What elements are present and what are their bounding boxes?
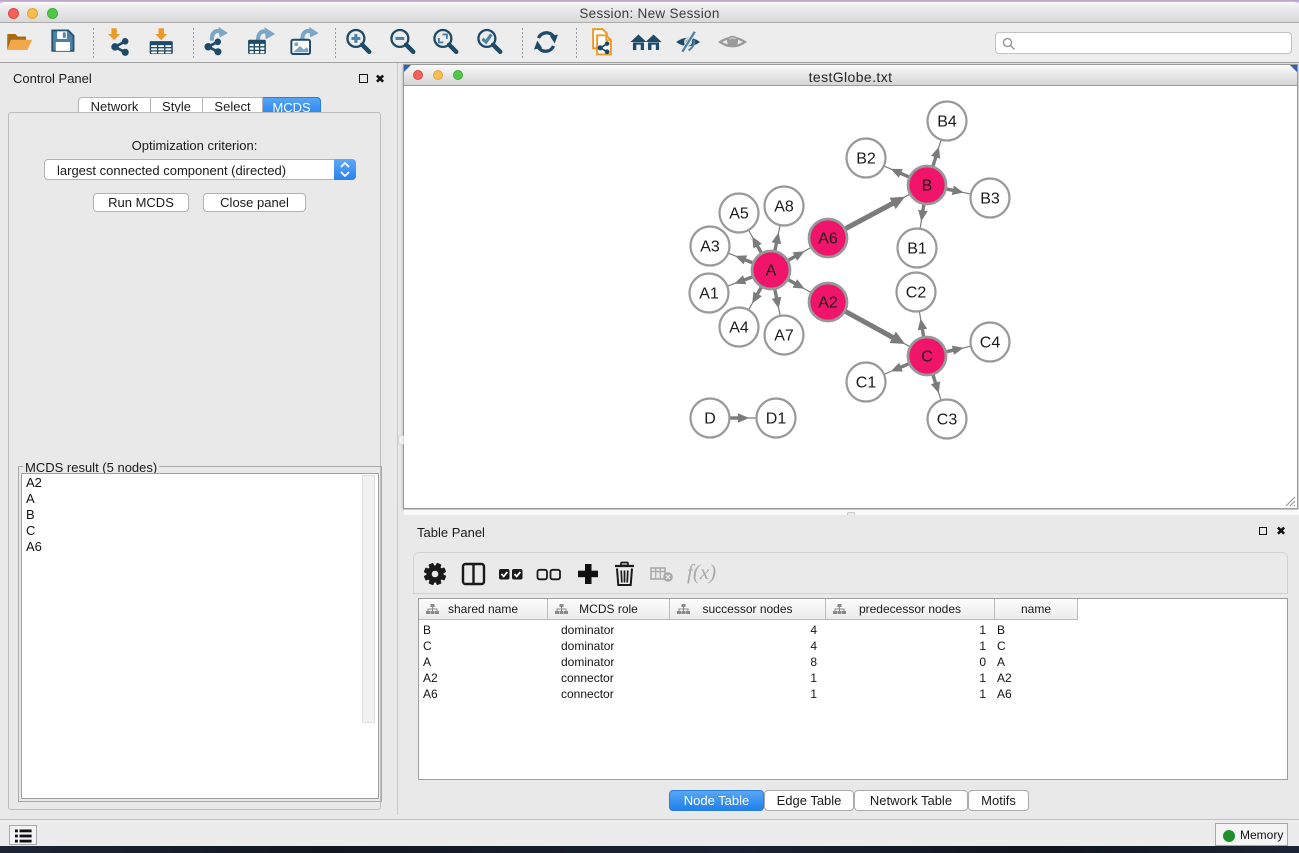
svg-text:A8: A8 bbox=[774, 199, 794, 216]
svg-text:B: B bbox=[922, 178, 933, 195]
svg-text:A6: A6 bbox=[818, 231, 838, 248]
svg-text:B4: B4 bbox=[937, 114, 957, 131]
svg-text:B3: B3 bbox=[980, 191, 1000, 208]
svg-text:C2: C2 bbox=[906, 285, 927, 302]
svg-text:D: D bbox=[704, 411, 716, 428]
svg-text:C3: C3 bbox=[937, 412, 958, 429]
svg-text:A3: A3 bbox=[700, 239, 720, 256]
svg-text:B1: B1 bbox=[907, 241, 927, 258]
svg-text:A4: A4 bbox=[729, 320, 749, 337]
svg-text:A1: A1 bbox=[699, 286, 719, 303]
svg-text:C1: C1 bbox=[856, 375, 877, 392]
svg-text:A2: A2 bbox=[818, 295, 838, 312]
svg-text:C: C bbox=[921, 349, 933, 366]
svg-text:B2: B2 bbox=[856, 151, 876, 168]
svg-text:D1: D1 bbox=[766, 411, 787, 428]
svg-text:A5: A5 bbox=[729, 206, 749, 223]
svg-text:C4: C4 bbox=[980, 335, 1001, 352]
svg-text:A: A bbox=[766, 263, 777, 280]
svg-text:A7: A7 bbox=[774, 328, 794, 345]
